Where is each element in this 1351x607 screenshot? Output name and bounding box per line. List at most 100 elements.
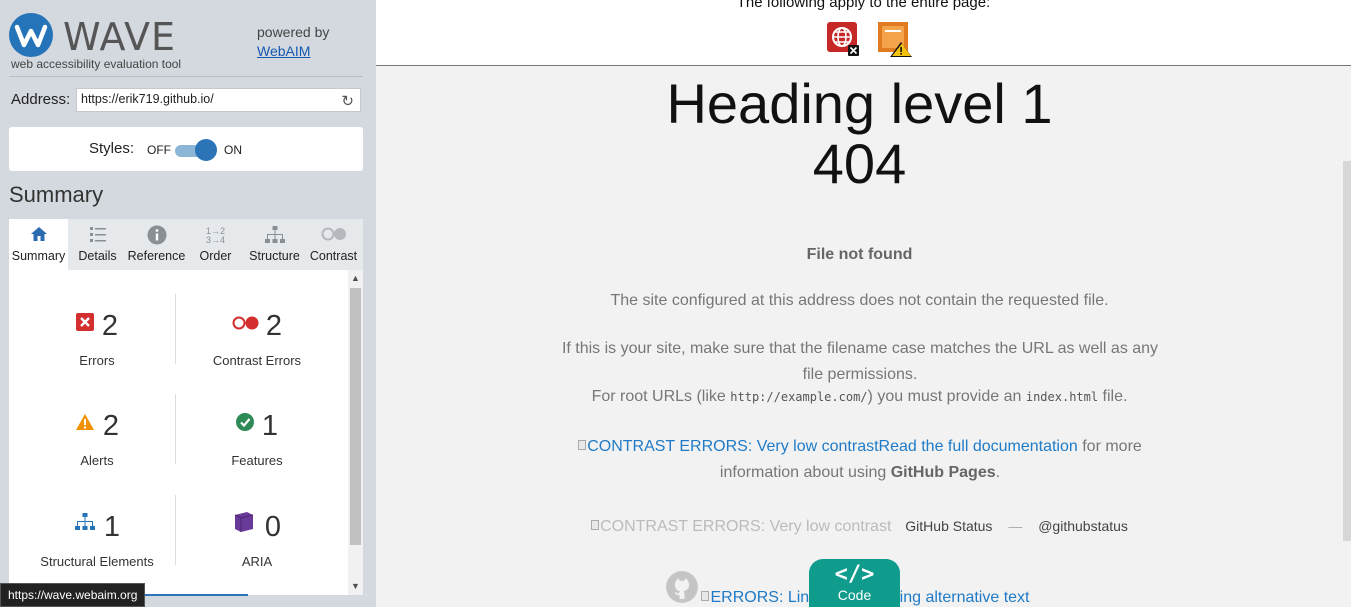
tab-label: Details (78, 249, 117, 263)
contrast-errors-label: Contrast Errors (212, 353, 302, 368)
paragraph-if-your-site: If this is your site, make sure that the… (561, 340, 1159, 383)
webaim-link[interactable]: WebAIM (257, 43, 310, 59)
page-scrollbar[interactable] (1343, 66, 1351, 607)
structural-elements-label: Structural Elements (40, 554, 154, 569)
documentation-link[interactable]: Read the full documentation (879, 438, 1078, 455)
page-heading: 404 (812, 132, 907, 195)
alert-icon (75, 413, 95, 436)
styles-label: Styles: (89, 140, 135, 157)
contrast-error-icon (232, 316, 260, 335)
styles-on-label: ON (224, 143, 242, 157)
address-input[interactable] (81, 92, 331, 106)
structural-elements-count: 1 (103, 511, 121, 543)
page-level-notice: The following apply to the entire page: (736, 0, 991, 11)
tab-label: Structure (249, 249, 300, 263)
column-separator (175, 394, 176, 464)
list-icon (68, 219, 127, 249)
errors-summary[interactable]: 2 Errors (14, 294, 180, 394)
powered-by: powered by WebAIM (257, 23, 329, 61)
tab-order[interactable]: 1→2 3→4 Order (186, 219, 245, 270)
features-summary[interactable]: 1 Features (174, 394, 340, 494)
heading-level-1-marker[interactable]: Heading level 1 (376, 74, 1343, 134)
aria-icon (233, 511, 255, 538)
tab-label: Contrast (309, 249, 358, 263)
contrast-alt-text: CONTRAST ERRORS: Very low contrast (587, 438, 879, 455)
tab-details[interactable]: Details (68, 219, 127, 270)
wave-logo[interactable]: WAVE web accessibility evaluation tool p… (9, 9, 364, 74)
summary-panel: 2 Errors 2 Contrast Errors 2 Alerts 1 Fe… (9, 270, 363, 595)
error-icon (75, 313, 94, 336)
errors-label: Errors (79, 353, 115, 368)
footer-contrast-error-image[interactable]: CONTRAST ERRORS: Very low contrast (591, 518, 891, 535)
status-url-tooltip: https://wave.webaim.org (0, 583, 146, 607)
tab-label: Summary (11, 249, 66, 263)
sidebar-divider (9, 76, 363, 77)
page-title-alert-icon[interactable] (877, 20, 912, 57)
contrast-errors-summary[interactable]: 2 Contrast Errors (174, 294, 340, 394)
broken-image-icon (591, 520, 600, 530)
feature-icon (235, 413, 254, 436)
page-footer: CONTRAST ERRORS: Very low contrast GitHu… (376, 518, 1343, 536)
aria-count: 0 (264, 511, 282, 543)
tab-summary[interactable]: Summary (9, 219, 68, 270)
alerts-count: 2 (102, 410, 120, 442)
paragraph-root-urls: For root URLs (like http://example.com/)… (376, 388, 1343, 406)
wave-logo-icon (9, 13, 53, 57)
address-bar: Address: ↻ (11, 88, 363, 112)
tab-structure[interactable]: Structure (245, 219, 304, 270)
paragraph-site-configured: The site configured at this address does… (610, 292, 1109, 309)
language-error-icon[interactable] (826, 21, 860, 57)
panel-bottom-accent (138, 594, 248, 596)
order-icon: 1→2 3→4 (205, 226, 225, 245)
errors-count: 2 (101, 310, 119, 342)
powered-by-text: powered by (257, 24, 330, 40)
github-pages-link[interactable]: GitHub Pages (891, 464, 996, 481)
code-icon: </> (834, 562, 875, 587)
contrast-icon (304, 219, 363, 249)
aria-summary[interactable]: 0 ARIA (174, 495, 340, 595)
structure-icon (74, 512, 96, 537)
tab-contrast[interactable]: Contrast (304, 219, 363, 270)
logo-tagline: web accessibility evaluation tool (11, 57, 182, 71)
toggle-knob[interactable] (195, 139, 217, 161)
address-field[interactable]: ↻ (76, 88, 361, 112)
githubstatus-link[interactable]: @githubstatus (1038, 518, 1128, 534)
structural-elements-summary[interactable]: 1 Structural Elements (14, 495, 180, 595)
info-icon (127, 219, 186, 249)
styles-toggle-panel: Styles: OFF ON (9, 127, 363, 171)
scroll-thumb[interactable] (350, 288, 361, 545)
page-level-icons-bar: The following apply to the entire page: (376, 0, 1351, 66)
summary-heading: Summary (9, 182, 104, 207)
scroll-up-arrow[interactable]: ▲ (351, 273, 360, 283)
panel-scrollbar[interactable]: ▲ ▼ (348, 270, 363, 595)
github-status-link[interactable]: GitHub Status (905, 518, 992, 534)
page-preview: The following apply to the entire page: (376, 0, 1351, 607)
refresh-icon[interactable]: ↻ (341, 92, 354, 110)
tab-reference[interactable]: Reference (127, 219, 186, 270)
tab-label: Reference (127, 249, 186, 263)
column-separator (175, 495, 176, 565)
styles-toggle[interactable] (175, 139, 217, 161)
panel-tabs: Summary Details Reference 1→2 3→4 Order S… (9, 219, 363, 270)
page-scroll-thumb[interactable] (1343, 161, 1351, 541)
code-example-url: http://example.com/ (730, 390, 868, 404)
styles-off-label: OFF (147, 143, 171, 157)
p3-text-pre: For root URLs (like (591, 388, 731, 405)
contrast-errors-count: 2 (265, 310, 283, 342)
broken-image-icon (578, 440, 587, 450)
p3-text-mid: ) you must provide an (867, 388, 1026, 405)
logo-text: WAVE (63, 15, 177, 59)
p4-end-text: . (995, 464, 1001, 481)
contrast-error-image-alt[interactable]: CONTRAST ERRORS: Very low contrast (578, 438, 879, 455)
alerts-label: Alerts (80, 453, 114, 468)
features-label: Features (231, 453, 283, 468)
alerts-summary[interactable]: 2 Alerts (14, 394, 180, 494)
scroll-down-arrow[interactable]: ▼ (351, 581, 360, 591)
code-view-button[interactable]: </> Code (809, 559, 900, 607)
structure-icon (245, 219, 304, 249)
missing-alt-text-start: ERRORS: Lin (710, 589, 810, 606)
footer-dash: — (1008, 518, 1023, 534)
file-not-found-text: File not found (806, 246, 913, 263)
page-content: Heading level 1 404 File not found The s… (376, 66, 1343, 607)
p3-text-post: file. (1098, 388, 1128, 405)
